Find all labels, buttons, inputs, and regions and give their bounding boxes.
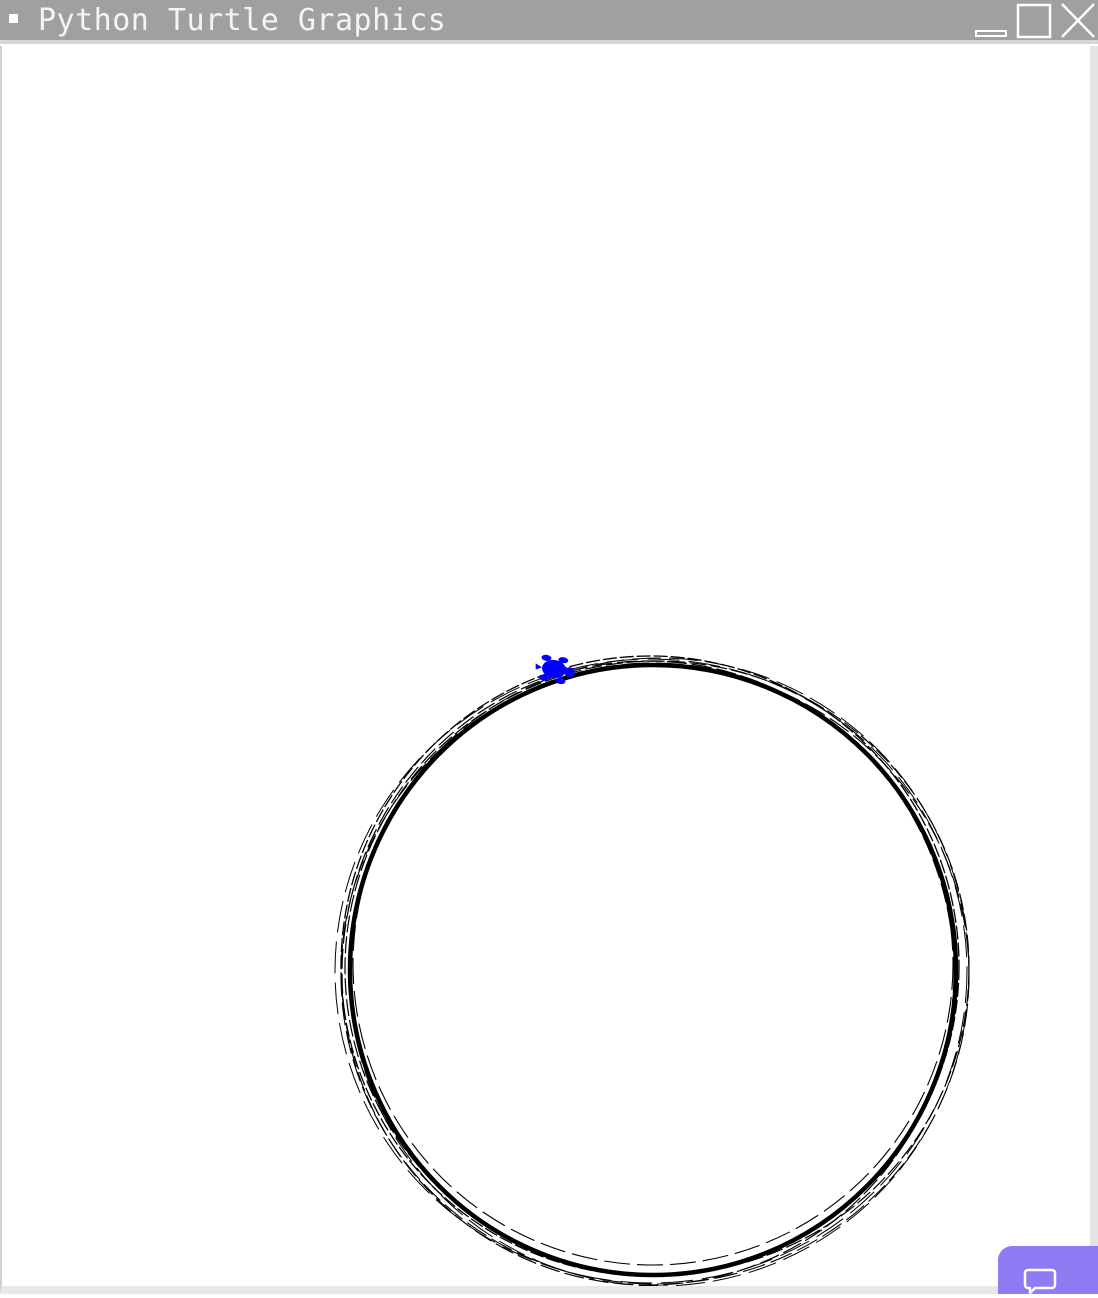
close-icon (1061, 3, 1095, 38)
window-title: Python Turtle Graphics (38, 3, 447, 38)
turtle-canvas-area[interactable] (0, 46, 1098, 1294)
minimize-button[interactable] (970, 0, 1012, 40)
window-menu-icon[interactable] (9, 14, 18, 23)
maximize-icon (1016, 3, 1052, 39)
circle-stroke-main (347, 662, 959, 1278)
minimize-icon (975, 30, 1007, 37)
maximize-button[interactable] (1014, 0, 1054, 40)
chat-bubble-icon (1023, 1268, 1057, 1295)
circle-stroke-pass (334, 658, 968, 1284)
turtle-canvas (334, 654, 970, 1286)
chat-button[interactable] (998, 1246, 1098, 1295)
circle-stroke-pass (352, 662, 954, 1266)
close-button[interactable] (1056, 0, 1098, 40)
title-bar[interactable]: Python Turtle Graphics (0, 0, 1098, 44)
drawn-circle-path (334, 655, 970, 1286)
turtle-window: Python Turtle Graphics (0, 0, 1098, 1295)
